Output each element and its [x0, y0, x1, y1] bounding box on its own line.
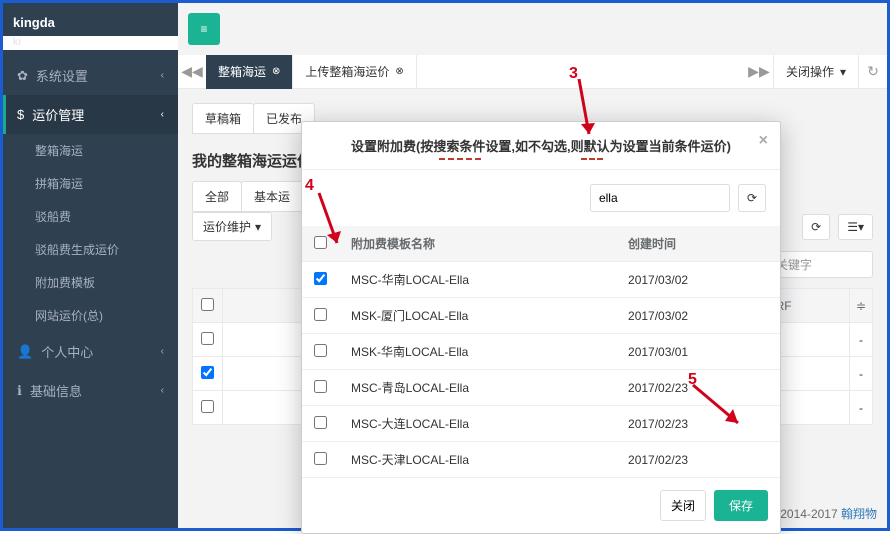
modal-row-checkbox[interactable]	[314, 416, 327, 429]
sidebar-sub-barge-gen[interactable]: 驳船费生成运价	[3, 233, 178, 266]
list-view-button[interactable]: ☰▾	[838, 214, 873, 240]
modal-row-date: 2017/02/23	[616, 370, 780, 406]
sidebar: kingda ki ✿系统设置 ‹ $运价管理 ‹ 整箱海运 拼箱海运 驳船费 …	[3, 3, 178, 528]
tab-scroll-left[interactable]: ◀◀	[178, 63, 206, 80]
modal-th-date: 创建时间	[616, 226, 780, 262]
refresh-icon: ⟳	[747, 191, 757, 205]
hamburger-button[interactable]: ≡	[188, 13, 220, 45]
close-operations[interactable]: 关闭操作 ▾	[773, 55, 859, 89]
sidebar-item-label: 基础信息	[30, 381, 82, 400]
refresh-button[interactable]: ⟳	[802, 214, 830, 240]
close-icon[interactable]: ⊗	[395, 66, 403, 77]
sidebar-sub-surcharge[interactable]: 附加费模板	[3, 266, 178, 299]
filter-all[interactable]: 全部	[192, 181, 242, 212]
maintain-dropdown[interactable]: 运价维护 ▾	[192, 212, 272, 241]
modal-row-checkbox[interactable]	[314, 272, 327, 285]
th-sort[interactable]: ≑	[849, 289, 872, 323]
modal-th-name: 附加费模板名称	[339, 226, 616, 262]
modal-refresh-button[interactable]: ⟳	[738, 184, 766, 212]
user-icon: 👤	[17, 344, 33, 360]
th-checkbox	[193, 289, 223, 323]
chevron-left-icon: ‹	[161, 109, 164, 120]
tab-label: 整箱海运	[218, 63, 266, 80]
tab-scroll-right[interactable]: ▶▶	[745, 63, 773, 80]
modal-save-btn[interactable]: 保存	[714, 490, 768, 521]
surcharge-modal: 设置附加费(按搜索条件设置,如不勾选,则默认为设置当前条件运价) × ⟳ 附加费…	[301, 121, 781, 534]
sidebar-item-label: 个人中心	[41, 342, 93, 361]
modal-search-row: ⟳	[302, 170, 780, 226]
filter-basic[interactable]: 基本运	[241, 181, 303, 212]
modal-close-button[interactable]: ×	[759, 132, 768, 150]
sidebar-sub-lcl[interactable]: 拼箱海运	[3, 167, 178, 200]
modal-row: MSC-大连LOCAL-Ella2017/02/23	[302, 406, 780, 442]
modal-row-name: MSC-大连LOCAL-Ella	[339, 406, 616, 442]
row-checkbox[interactable]	[201, 400, 214, 413]
maintain-label: 运价维护	[203, 218, 251, 235]
chevron-down-icon: ▾	[840, 65, 846, 79]
footer: © 2014-2017 翰翔物	[768, 505, 877, 522]
brand-subtitle: ki	[3, 36, 178, 50]
modal-row-date: 2017/02/23	[616, 442, 780, 478]
status-tab-draft[interactable]: 草稿箱	[192, 103, 254, 134]
modal-row: MSC-青岛LOCAL-Ella2017/02/23	[302, 370, 780, 406]
modal-row: MSK-华南LOCAL-Ella2017/03/01	[302, 334, 780, 370]
sidebar-sub-barge[interactable]: 驳船费	[3, 200, 178, 233]
tab-upload[interactable]: 上传整箱海运价 ⊗	[293, 55, 416, 89]
tab-extra[interactable]: ↻	[859, 63, 887, 80]
close-icon[interactable]: ⊗	[272, 66, 280, 77]
sidebar-item-label: 系统设置	[36, 66, 88, 85]
menu-icon: ≡	[200, 22, 207, 36]
brand-title: kingda	[3, 3, 178, 36]
dollar-icon: $	[17, 107, 24, 122]
modal-row-checkbox[interactable]	[314, 308, 327, 321]
modal-row-checkbox[interactable]	[314, 452, 327, 465]
footer-link[interactable]: 翰翔物	[841, 507, 877, 521]
modal-search-input[interactable]	[590, 184, 730, 212]
modal-row-date: 2017/03/02	[616, 262, 780, 298]
chevron-left-icon: ‹	[161, 346, 164, 357]
sidebar-sub-site-price[interactable]: 网站运价(总)	[3, 299, 178, 332]
modal-row-name: MSK-厦门LOCAL-Ella	[339, 298, 616, 334]
row-checkbox[interactable]	[201, 332, 214, 345]
modal-row: MSC-华南LOCAL-Ella2017/03/02	[302, 262, 780, 298]
tabstrip: ◀◀ 整箱海运 ⊗ 上传整箱海运价 ⊗ ▶▶ 关闭操作 ▾ ↻	[178, 55, 887, 89]
info-icon: ℹ	[17, 383, 22, 399]
modal-row-name: MSC-华南LOCAL-Ella	[339, 262, 616, 298]
sidebar-item-basic[interactable]: ℹ 基础信息 ‹	[3, 371, 178, 410]
sidebar-sub-fcl[interactable]: 整箱海运	[3, 134, 178, 167]
sidebar-item-personal[interactable]: 👤 个人中心 ‹	[3, 332, 178, 371]
tab-fcl[interactable]: 整箱海运 ⊗	[206, 55, 293, 89]
modal-row-date: 2017/03/01	[616, 334, 780, 370]
refresh-icon: ⟳	[811, 220, 821, 234]
modal-row-date: 2017/03/02	[616, 298, 780, 334]
sidebar-item-system[interactable]: ✿ 系统设置 ‹	[3, 56, 178, 95]
chevron-left-icon: ‹	[161, 70, 164, 81]
modal-footer: 关闭 保存	[302, 478, 780, 533]
modal-select-all[interactable]	[314, 236, 327, 249]
modal-title: 设置附加费(按搜索条件设置,如不勾选,则默认为设置当前条件运价)	[351, 139, 731, 154]
modal-row-checkbox[interactable]	[314, 344, 327, 357]
close-op-label: 关闭操作	[786, 63, 834, 80]
tab-label: 上传整箱海运价	[305, 63, 389, 80]
topbar: ≡	[178, 3, 887, 55]
modal-row-name: MSK-华南LOCAL-Ella	[339, 334, 616, 370]
modal-row: MSC-天津LOCAL-Ella2017/02/23	[302, 442, 780, 478]
list-icon: ☰▾	[847, 220, 864, 234]
modal-close-btn[interactable]: 关闭	[660, 490, 706, 521]
modal-row-date: 2017/02/23	[616, 406, 780, 442]
sidebar-item-price[interactable]: $ 运价管理 ‹	[3, 95, 178, 134]
chevron-down-icon: ▾	[255, 220, 261, 234]
select-all-checkbox[interactable]	[201, 298, 214, 311]
modal-row-name: MSC-天津LOCAL-Ella	[339, 442, 616, 478]
modal-table: 附加费模板名称 创建时间 MSC-华南LOCAL-Ella2017/03/02M…	[302, 226, 780, 478]
modal-row-checkbox[interactable]	[314, 380, 327, 393]
chevron-left-icon: ‹	[161, 385, 164, 396]
gear-icon: ✿	[17, 68, 28, 84]
modal-header: 设置附加费(按搜索条件设置,如不勾选,则默认为设置当前条件运价) ×	[302, 122, 780, 170]
sidebar-item-label: 运价管理	[32, 105, 84, 124]
row-checkbox[interactable]	[201, 366, 214, 379]
modal-row-name: MSC-青岛LOCAL-Ella	[339, 370, 616, 406]
modal-row: MSK-厦门LOCAL-Ella2017/03/02	[302, 298, 780, 334]
